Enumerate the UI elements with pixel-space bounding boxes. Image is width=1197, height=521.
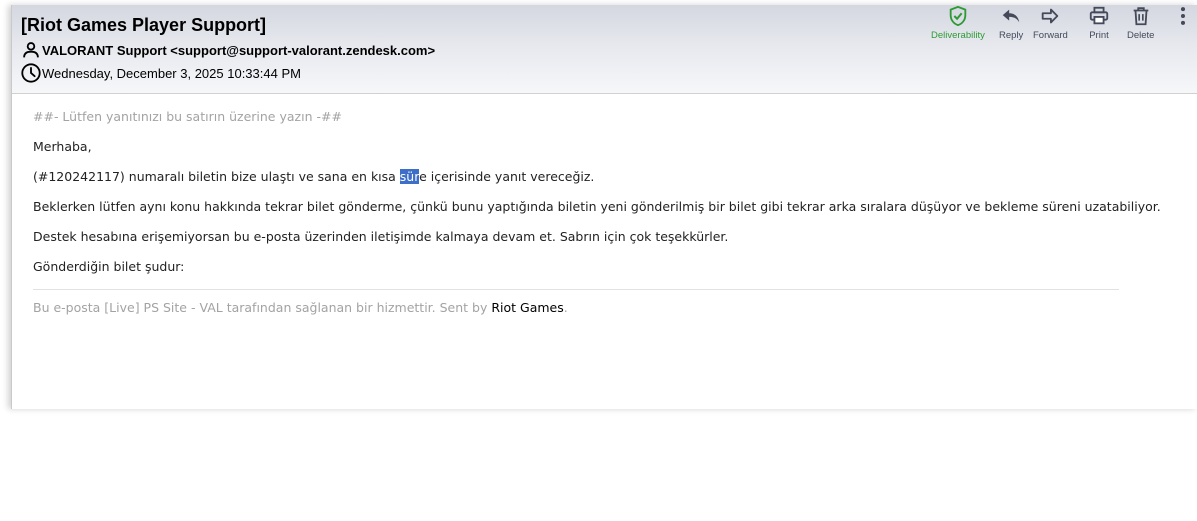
trash-icon <box>1133 7 1149 26</box>
wait-notice-line: Beklerken lütfen aynı konu hakkında tekr… <box>33 199 1161 214</box>
more-options-button[interactable] <box>1172 5 1194 30</box>
more-vertical-icon <box>1180 7 1186 25</box>
email-viewer-window: [Riot Games Player Support] VALORANT Sup… <box>11 5 1197 409</box>
forward-label: Forward <box>1033 30 1068 41</box>
deliverability-label: Deliverability <box>931 30 985 41</box>
print-button[interactable]: Print <box>1088 5 1110 41</box>
email-subject: [Riot Games Player Support] <box>21 15 267 35</box>
reply-label: Reply <box>999 30 1024 41</box>
footer-text: Bu e-posta [Live] PS Site - VAL tarafınd… <box>33 300 492 315</box>
selected-text[interactable]: sür <box>399 169 420 184</box>
footer-line: Bu e-posta [Live] PS Site - VAL tarafınd… <box>33 300 568 315</box>
print-label: Print <box>1089 30 1109 41</box>
reply-button[interactable]: Reply <box>999 5 1023 41</box>
ticket-received-line: (#120242117) numaralı biletin bize ulaşt… <box>33 169 594 184</box>
riot-games-link[interactable]: Riot Games <box>491 300 563 315</box>
ticket-content-label: Gönderdiğin bilet şudur: <box>33 259 185 274</box>
sender-row: VALORANT Support <support@support-valora… <box>20 39 435 61</box>
delete-button[interactable]: Delete <box>1127 5 1154 41</box>
contact-notice-line: Destek hesabına erişemiyorsan bu e-posta… <box>33 229 729 244</box>
reply-above-line: ##- Lütfen yanıtınızı bu satırın üzerine… <box>33 109 342 124</box>
email-date: Wednesday, December 3, 2025 10:33:44 PM <box>42 65 301 81</box>
person-icon <box>20 39 42 61</box>
ticket-text-before: (#120242117) numaralı biletin bize ulaşt… <box>33 169 400 184</box>
date-row: Wednesday, December 3, 2025 10:33:44 PM <box>20 62 301 84</box>
sender-address: VALORANT Support <support@support-valora… <box>42 42 436 58</box>
delete-label: Delete <box>1127 30 1155 41</box>
greeting: Merhaba, <box>33 139 92 154</box>
footer-divider <box>33 289 1119 290</box>
printer-icon <box>1089 6 1109 25</box>
shield-check-icon <box>949 5 967 27</box>
clock-icon <box>20 62 42 84</box>
footer-period: . <box>563 300 568 315</box>
ticket-text-after: e içerisinde yanıt vereceğiz. <box>419 169 595 184</box>
reply-icon <box>1002 9 1020 23</box>
email-header: [Riot Games Player Support] VALORANT Sup… <box>12 5 1197 94</box>
forward-button[interactable]: Forward <box>1033 5 1068 41</box>
deliverability-button[interactable]: Deliverability <box>931 5 985 41</box>
forward-icon <box>1042 8 1059 24</box>
